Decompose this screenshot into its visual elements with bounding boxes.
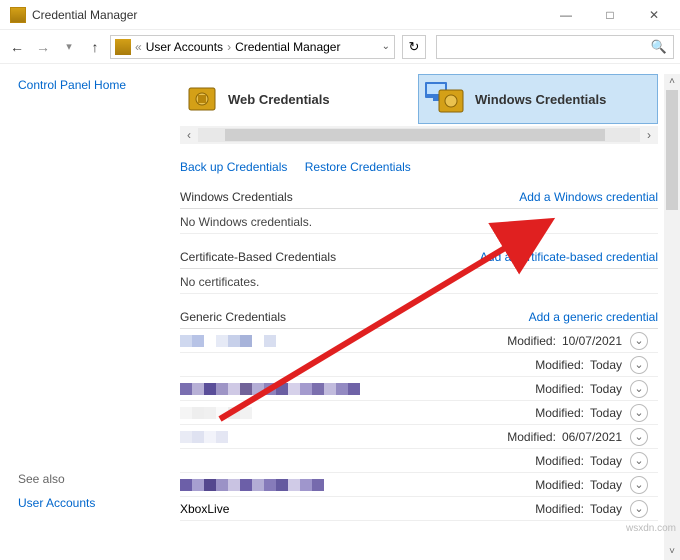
windows-credentials-title: Windows Credentials — [180, 190, 293, 204]
add-windows-credential-link[interactable]: Add a Windows credential — [519, 190, 658, 204]
breadcrumb-icon — [115, 39, 131, 55]
sidebar: Control Panel Home See also User Account… — [0, 64, 180, 560]
credential-row[interactable]: Modified:Today ⌄ — [180, 449, 658, 473]
scroll-track[interactable] — [198, 128, 640, 142]
tab-web-credentials[interactable]: Web Credentials — [180, 74, 418, 124]
refresh-button[interactable]: ↻ — [402, 35, 426, 59]
user-accounts-link[interactable]: User Accounts — [18, 496, 172, 510]
scroll-up-button[interactable]: ˄ — [664, 74, 680, 90]
back-button[interactable]: ← — [6, 36, 28, 58]
generic-credentials-title: Generic Credentials — [180, 310, 286, 324]
credential-type-tabs: Web Credentials Windows Credentials — [180, 74, 658, 124]
modified-label: Modified:Today — [535, 478, 622, 492]
scroll-right-button[interactable]: › — [640, 128, 658, 142]
add-generic-credential-link[interactable]: Add a generic credential — [529, 310, 658, 324]
breadcrumb-dropdown[interactable]: ⌄ — [382, 41, 390, 52]
horizontal-scrollbar[interactable]: ‹ › — [180, 126, 658, 144]
modified-label: Modified:06/07/2021 — [507, 430, 622, 444]
breadcrumb-item-credential-manager[interactable]: Credential Manager — [235, 40, 340, 54]
generic-credentials-header: Generic Credentials Add a generic creden… — [180, 304, 658, 329]
modified-label: Modified:10/07/2021 — [507, 334, 622, 348]
restore-credentials-link[interactable]: Restore Credentials — [305, 160, 411, 174]
certificate-credentials-header: Certificate-Based Credentials Add a cert… — [180, 244, 658, 269]
close-button[interactable]: ✕ — [632, 0, 676, 30]
chevron-down-icon[interactable]: ⌄ — [630, 332, 648, 350]
vertical-scrollbar[interactable]: ˄ ˅ — [664, 74, 680, 560]
window-title: Credential Manager — [32, 8, 544, 22]
scroll-down-button[interactable]: ˅ — [664, 544, 680, 560]
scroll-thumb[interactable] — [225, 129, 605, 141]
tab-windows-label: Windows Credentials — [475, 92, 606, 107]
credential-name — [180, 335, 276, 347]
recent-locations-button[interactable]: ▾ — [58, 36, 80, 58]
credential-name — [180, 383, 360, 395]
chevron-down-icon[interactable]: ⌄ — [630, 428, 648, 446]
modified-label: Modified:Today — [535, 358, 622, 372]
safe-icon — [186, 82, 220, 116]
safe-monitor-icon — [425, 82, 467, 116]
credential-name — [180, 407, 252, 419]
action-links: Back up Credentials Restore Credentials — [180, 160, 658, 174]
search-icon: 🔍 — [651, 39, 667, 55]
up-button[interactable]: ↑ — [84, 36, 106, 58]
credential-name — [180, 479, 324, 491]
modified-label: Modified:Today — [535, 502, 622, 516]
watermark: wsxdn.com — [626, 523, 676, 534]
credential-row[interactable]: XboxLive Modified:Today ⌄ — [180, 497, 658, 521]
credential-name — [180, 431, 228, 443]
chevron-down-icon[interactable]: ⌄ — [630, 356, 648, 374]
minimize-button[interactable]: — — [544, 0, 588, 30]
breadcrumb-item-user-accounts[interactable]: User Accounts — [146, 40, 223, 54]
scroll-left-button[interactable]: ‹ — [180, 128, 198, 142]
credential-row[interactable]: Modified:Today ⌄ — [180, 353, 658, 377]
credential-row[interactable]: Modified:10/07/2021 ⌄ — [180, 329, 658, 353]
maximize-button[interactable]: □ — [588, 0, 632, 30]
credential-row[interactable]: Modified:Today ⌄ — [180, 377, 658, 401]
search-input[interactable]: 🔍 — [436, 35, 674, 59]
see-also-label: See also — [18, 472, 172, 486]
forward-button[interactable]: → — [32, 36, 54, 58]
breadcrumb-sep: › — [227, 40, 231, 54]
control-panel-home-link[interactable]: Control Panel Home — [18, 78, 172, 92]
breadcrumb-overflow[interactable]: « — [135, 40, 142, 54]
nav-bar: ← → ▾ ↑ « User Accounts › Credential Man… — [0, 30, 680, 64]
credential-row[interactable]: Modified:Today ⌄ — [180, 473, 658, 497]
chevron-down-icon[interactable]: ⌄ — [630, 380, 648, 398]
title-bar: Credential Manager — □ ✕ — [0, 0, 680, 30]
chevron-down-icon[interactable]: ⌄ — [630, 452, 648, 470]
breadcrumb[interactable]: « User Accounts › Credential Manager ⌄ — [110, 35, 395, 59]
windows-credentials-body: No Windows credentials. — [180, 209, 658, 234]
certificate-credentials-body: No certificates. — [180, 269, 658, 294]
credential-name: XboxLive — [180, 502, 229, 516]
chevron-down-icon[interactable]: ⌄ — [630, 476, 648, 494]
vscroll-thumb[interactable] — [666, 90, 678, 210]
app-icon — [10, 7, 26, 23]
chevron-down-icon[interactable]: ⌄ — [630, 404, 648, 422]
generic-credentials-list: Modified:10/07/2021⌄Modified:Today⌄Modif… — [180, 329, 658, 521]
window-controls: — □ ✕ — [544, 0, 676, 30]
modified-label: Modified:Today — [535, 382, 622, 396]
credential-row[interactable]: Modified:Today ⌄ — [180, 401, 658, 425]
tab-windows-credentials[interactable]: Windows Credentials — [418, 74, 658, 124]
main-content: Web Credentials Windows Credentials ‹ › … — [180, 64, 680, 560]
credential-row[interactable]: Modified:06/07/2021 ⌄ — [180, 425, 658, 449]
backup-credentials-link[interactable]: Back up Credentials — [180, 160, 287, 174]
windows-credentials-header: Windows Credentials Add a Windows creden… — [180, 184, 658, 209]
add-certificate-credential-link[interactable]: Add a certificate-based credential — [480, 250, 658, 264]
chevron-down-icon[interactable]: ⌄ — [630, 500, 648, 518]
certificate-credentials-title: Certificate-Based Credentials — [180, 250, 336, 264]
modified-label: Modified:Today — [535, 454, 622, 468]
modified-label: Modified:Today — [535, 406, 622, 420]
tab-web-label: Web Credentials — [228, 92, 330, 107]
vscroll-track[interactable] — [664, 90, 680, 544]
